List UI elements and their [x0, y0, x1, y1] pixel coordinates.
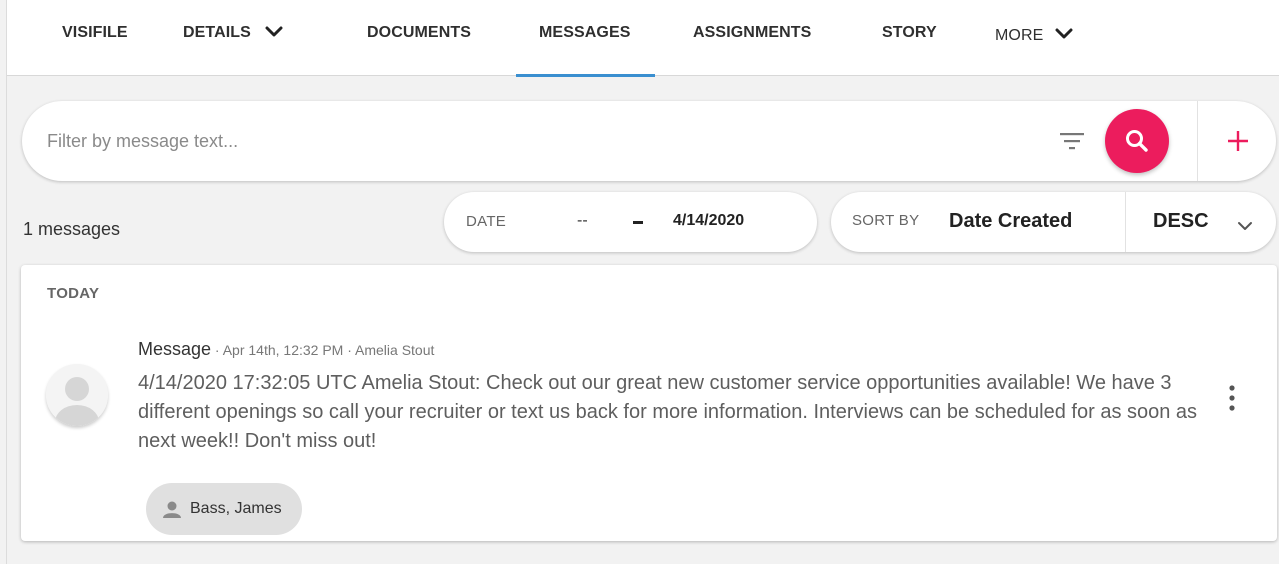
sort-direction-select[interactable]: DESC	[1153, 210, 1209, 233]
sort-divider	[1125, 192, 1126, 252]
add-message-button[interactable]	[1218, 121, 1258, 161]
message-type: Message	[138, 339, 212, 359]
message-count: 1 messages	[23, 219, 121, 239]
more-options-button[interactable]	[1224, 383, 1240, 413]
message-header: Message · Apr 14th, 12:32 PM · Amelia St…	[138, 339, 434, 360]
message-search-bar	[22, 101, 1276, 181]
message-meta: · Apr 14th, 12:32 PM · Amelia Stout	[211, 342, 435, 358]
person-icon	[46, 364, 108, 426]
magnifier-icon	[1124, 128, 1150, 154]
page-left-border	[6, 0, 7, 564]
plus-icon	[1227, 130, 1249, 152]
avatar	[46, 364, 108, 426]
chevron-down-icon	[1055, 27, 1073, 41]
sort-field-select[interactable]: Date Created	[949, 210, 1072, 233]
message-body: 4/14/2020 17:32:05 UTC Amelia Stout: Che…	[138, 372, 1198, 452]
recipient-name: Bass, James	[190, 500, 282, 517]
person-icon	[162, 500, 182, 518]
sort-control: SORT BY Date Created DESC	[831, 192, 1276, 252]
date-range-separator	[633, 221, 643, 224]
sort-label: SORT BY	[852, 212, 920, 229]
tab-label: VISIFILE	[62, 24, 128, 41]
tab-documents[interactable]: DOCUMENTS	[367, 24, 471, 76]
recipient-chip[interactable]: Bass, James	[146, 483, 302, 535]
tab-visifile[interactable]: VISIFILE	[62, 24, 128, 76]
date-to-field[interactable]: 4/14/2020	[673, 212, 744, 230]
tab-label: MORE	[995, 27, 1044, 44]
tab-label: MESSAGES	[539, 24, 631, 41]
tab-label: DOCUMENTS	[367, 24, 472, 41]
search-divider	[1197, 101, 1198, 181]
tab-assignments[interactable]: ASSIGNMENTS	[693, 24, 811, 76]
filter-lines-icon[interactable]	[1060, 132, 1084, 150]
kebab-menu-icon	[1229, 385, 1235, 411]
search-button[interactable]	[1105, 109, 1169, 173]
tab-story[interactable]: STORY	[882, 24, 937, 76]
date-label: DATE	[466, 213, 507, 230]
record-tab-bar: VISIFILE DETAILS DOCUMENTS MESSAGES ASSI…	[7, 0, 1279, 79]
tab-label: STORY	[882, 24, 937, 41]
message-filter-input[interactable]	[47, 127, 947, 155]
date-range-filter[interactable]: DATE -- 4/14/2020	[444, 192, 817, 252]
group-date-label: TODAY	[47, 285, 100, 302]
tab-label: DETAILS	[183, 24, 251, 41]
tab-messages[interactable]: MESSAGES	[516, 24, 654, 77]
chevron-down-icon[interactable]	[1237, 218, 1253, 236]
tab-details[interactable]: DETAILS	[183, 24, 283, 76]
date-from-field[interactable]: --	[577, 212, 588, 230]
chevron-down-icon	[265, 25, 283, 39]
tab-more[interactable]: MORE	[995, 27, 1073, 79]
message-group-card: TODAY Message · Apr 14th, 12:32 PM · Ame…	[21, 265, 1277, 541]
tab-label: ASSIGNMENTS	[693, 24, 812, 41]
